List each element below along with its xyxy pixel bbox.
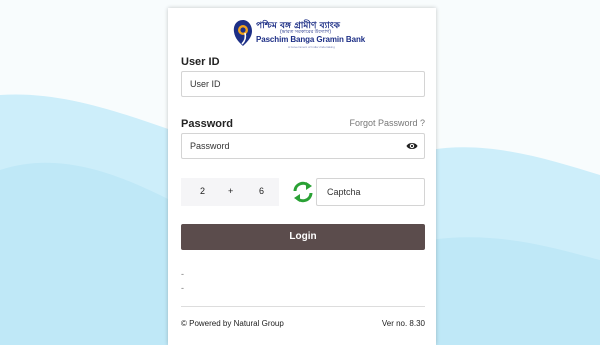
version-text: Ver no. 8.30 xyxy=(381,319,425,328)
refresh-icon[interactable] xyxy=(291,180,315,204)
user-id-input[interactable]: User ID xyxy=(181,71,425,97)
user-id-label: User ID xyxy=(181,56,220,68)
note-line-2: - xyxy=(181,283,184,293)
user-id-placeholder: User ID xyxy=(190,79,221,89)
password-input[interactable]: Password xyxy=(181,133,425,159)
captcha-challenge: 2 + 6 xyxy=(181,178,279,206)
forgot-password-link[interactable]: Forgot Password ? xyxy=(349,118,425,128)
captcha-first-number: 2 xyxy=(200,186,206,196)
login-card: পশ্চিম বঙ্গ গ্রামীণ ব্যাংক (ভারত সরকারের… xyxy=(168,8,436,345)
bank-name-english: Paschim Banga Gramin Bank xyxy=(256,35,366,44)
login-button[interactable]: Login xyxy=(181,224,425,250)
password-label: Password xyxy=(181,118,233,130)
footer-divider xyxy=(181,306,425,307)
powered-by-text: © Powered by Natural Group xyxy=(181,319,284,328)
captcha-placeholder: Captcha xyxy=(327,187,361,197)
captcha-operator: + xyxy=(228,186,234,196)
captcha-input[interactable]: Captcha xyxy=(316,178,425,206)
bank-logo: পশ্চিম বঙ্গ গ্রামীণ ব্যাংক (ভারত সরকারের… xyxy=(232,18,372,49)
bank-tagline: A Government of India Undertaking xyxy=(288,45,335,49)
bank-emblem-icon xyxy=(233,20,252,46)
captcha-second-number: 6 xyxy=(259,186,265,196)
note-line-1: - xyxy=(181,269,184,279)
password-placeholder: Password xyxy=(190,141,230,151)
eye-icon[interactable] xyxy=(406,141,418,151)
